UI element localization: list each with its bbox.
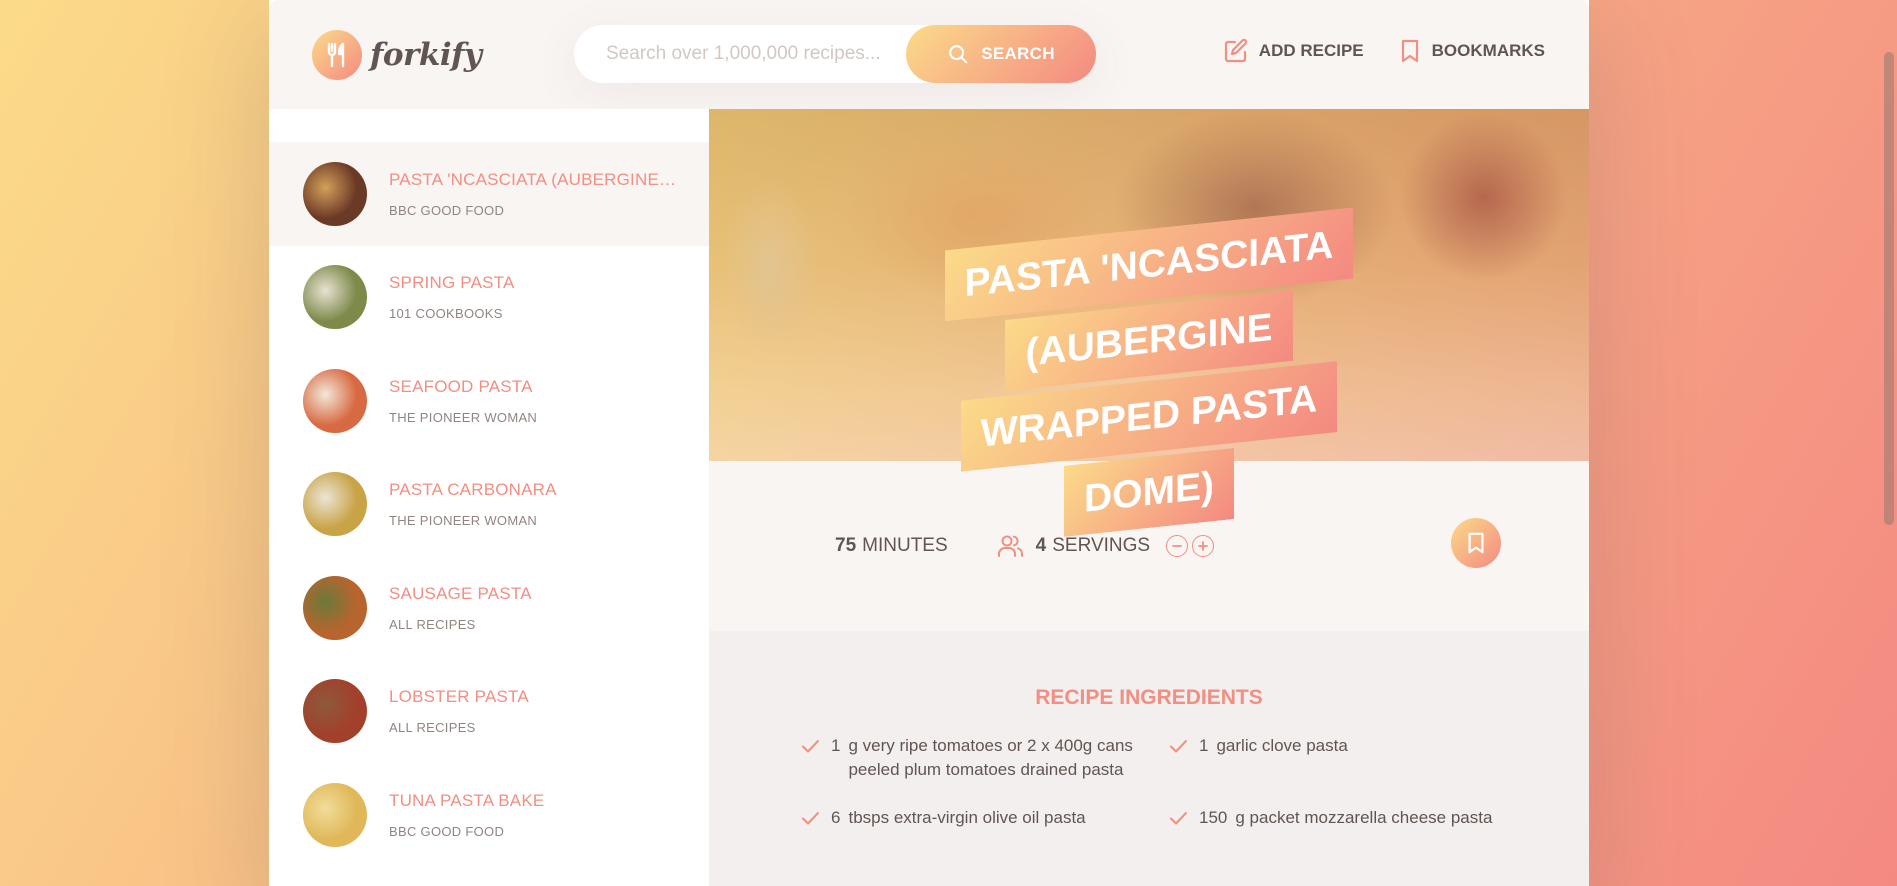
bookmark-icon: [1468, 532, 1484, 554]
search-form: SEARCH: [574, 25, 1096, 83]
result-info: Tuna Pasta Bake BBC Good Food: [389, 791, 679, 839]
ingredient-item: 6 tbsps extra-virgin olive oil pasta: [799, 806, 1147, 830]
search-results: Pasta 'ncasciata (aubergine wrapped past…: [269, 109, 709, 886]
search-button[interactable]: SEARCH: [906, 25, 1096, 83]
result-item[interactable]: Pasta 'ncasciata (aubergine wrapped past…: [269, 142, 709, 246]
result-item[interactable]: Lobster Pasta All Recipes: [269, 660, 709, 764]
bookmark-icon: [1401, 39, 1418, 63]
result-publisher: All Recipes: [389, 720, 476, 736]
result-publisher: BBC Good Food: [389, 823, 505, 839]
check-icon: [802, 812, 819, 825]
ingredient-quantity: 1: [1199, 736, 1209, 755]
fork-knife-icon: [312, 30, 362, 80]
result-publisher: BBC Good Food: [389, 202, 505, 218]
result-item[interactable]: Sausage Pasta All Recipes: [269, 556, 709, 660]
decrease-servings-button[interactable]: [1166, 535, 1189, 557]
ingredient-description: garlic clove pasta: [1216, 736, 1348, 755]
add-recipe-button[interactable]: ADD RECIPE: [1223, 38, 1364, 64]
brand-name: forkify: [370, 37, 482, 73]
ingredient-item: 150 g packet mozzarella cheese pasta: [1167, 806, 1527, 830]
edit-icon: [1224, 38, 1247, 63]
increase-servings-button[interactable]: [1192, 535, 1215, 557]
search-button-label: SEARCH: [981, 44, 1055, 63]
result-thumbnail: [303, 782, 367, 847]
result-item[interactable]: Seafood Pasta The Pioneer Woman: [269, 349, 709, 453]
bookmark-recipe-button[interactable]: [1451, 518, 1501, 568]
result-thumbnail: [303, 679, 367, 744]
result-title: Seafood Pasta: [389, 376, 533, 396]
check-icon: [1170, 812, 1187, 825]
add-recipe-label: ADD RECIPE: [1258, 41, 1364, 60]
recipe-ingredients: Recipe ingredients 1 g very ripe tomatoes…: [709, 631, 1589, 886]
ingredient-quantity: 1: [831, 736, 841, 755]
bookmarks-label: BOOKMARKS: [1431, 41, 1545, 60]
result-item[interactable]: Tuna Pasta Bake BBC Good Food: [269, 763, 709, 867]
check-icon: [802, 740, 819, 753]
result-title: Pasta Carbonara: [389, 480, 557, 500]
recipe-view: Pasta 'ncasciata (aubergine wrapped past…: [709, 109, 1589, 886]
ingredient-item: 1 garlic clove pasta: [1167, 734, 1527, 782]
result-title: Lobster Pasta: [389, 687, 529, 707]
search-input[interactable]: [606, 43, 936, 65]
result-info: Pasta 'ncasciata (aubergine wrapped past…: [389, 170, 679, 218]
result-thumbnail: [303, 265, 367, 330]
result-thumbnail: [303, 161, 367, 226]
result-publisher: All Recipes: [389, 616, 476, 632]
ingredients-list: 1 g very ripe tomatoes or 2 x 400g cans p…: [799, 734, 1589, 830]
plus-icon: [1198, 541, 1208, 551]
result-info: Lobster Pasta All Recipes: [389, 687, 679, 735]
app-container: forkify SEARCH ADD RECIPE: [269, 0, 1589, 886]
ingredient-quantity: 150: [1199, 808, 1228, 827]
ingredient-description: g packet mozzarella cheese pasta: [1235, 808, 1493, 827]
recipe-title: Pasta 'ncasciata (aubergine wrapped past…: [919, 203, 1379, 556]
result-thumbnail: [303, 575, 367, 640]
result-thumbnail: [303, 368, 367, 433]
result-item[interactable]: Spring pasta 101 Cookbooks: [269, 246, 709, 350]
cooking-time-value: 75: [835, 535, 857, 556]
result-info: Pasta Carbonara The Pioneer Woman: [389, 480, 679, 528]
result-info: Seafood Pasta The Pioneer Woman: [389, 377, 679, 425]
ingredient-description: tbsps extra-virgin olive oil pasta: [848, 808, 1086, 827]
logo[interactable]: forkify: [312, 30, 482, 80]
header: forkify SEARCH ADD RECIPE: [269, 0, 1589, 109]
result-title: Pasta 'ncasciata (aubergine wrapped past…: [389, 169, 679, 189]
ingredient-item: 1 g very ripe tomatoes or 2 x 400g cans p…: [799, 734, 1147, 782]
recipe-title-text: Pasta 'ncasciata (aubergine wrapped past…: [944, 207, 1354, 537]
results-list: Pasta 'ncasciata (aubergine wrapped past…: [269, 142, 709, 867]
result-info: Spring pasta 101 Cookbooks: [389, 273, 679, 321]
result-thumbnail: [303, 472, 367, 537]
result-title: Spring pasta: [389, 273, 515, 293]
result-item[interactable]: Pasta Carbonara The Pioneer Woman: [269, 453, 709, 557]
scrollbar-thumb[interactable]: [1884, 52, 1894, 525]
ingredient-description: g very ripe tomatoes or 2 x 400g cans pe…: [848, 736, 1133, 779]
servings-controls: [1166, 535, 1215, 557]
ingredient-quantity: 6: [831, 808, 841, 827]
page-scrollbar[interactable]: [1880, 0, 1897, 886]
result-title: Tuna Pasta Bake: [389, 790, 545, 810]
search-icon: [949, 45, 968, 64]
result-info: Sausage Pasta All Recipes: [389, 584, 679, 632]
result-title: Sausage Pasta: [389, 583, 532, 603]
ingredients-heading: Recipe ingredients: [1035, 686, 1263, 709]
result-publisher: The Pioneer Woman: [389, 409, 538, 425]
result-publisher: The Pioneer Woman: [389, 513, 538, 529]
minus-icon: [1172, 545, 1182, 547]
top-nav: ADD RECIPE BOOKMARKS: [1223, 38, 1545, 64]
result-publisher: 101 Cookbooks: [389, 306, 503, 322]
bookmarks-button[interactable]: BOOKMARKS: [1398, 38, 1545, 64]
check-icon: [1170, 740, 1187, 753]
